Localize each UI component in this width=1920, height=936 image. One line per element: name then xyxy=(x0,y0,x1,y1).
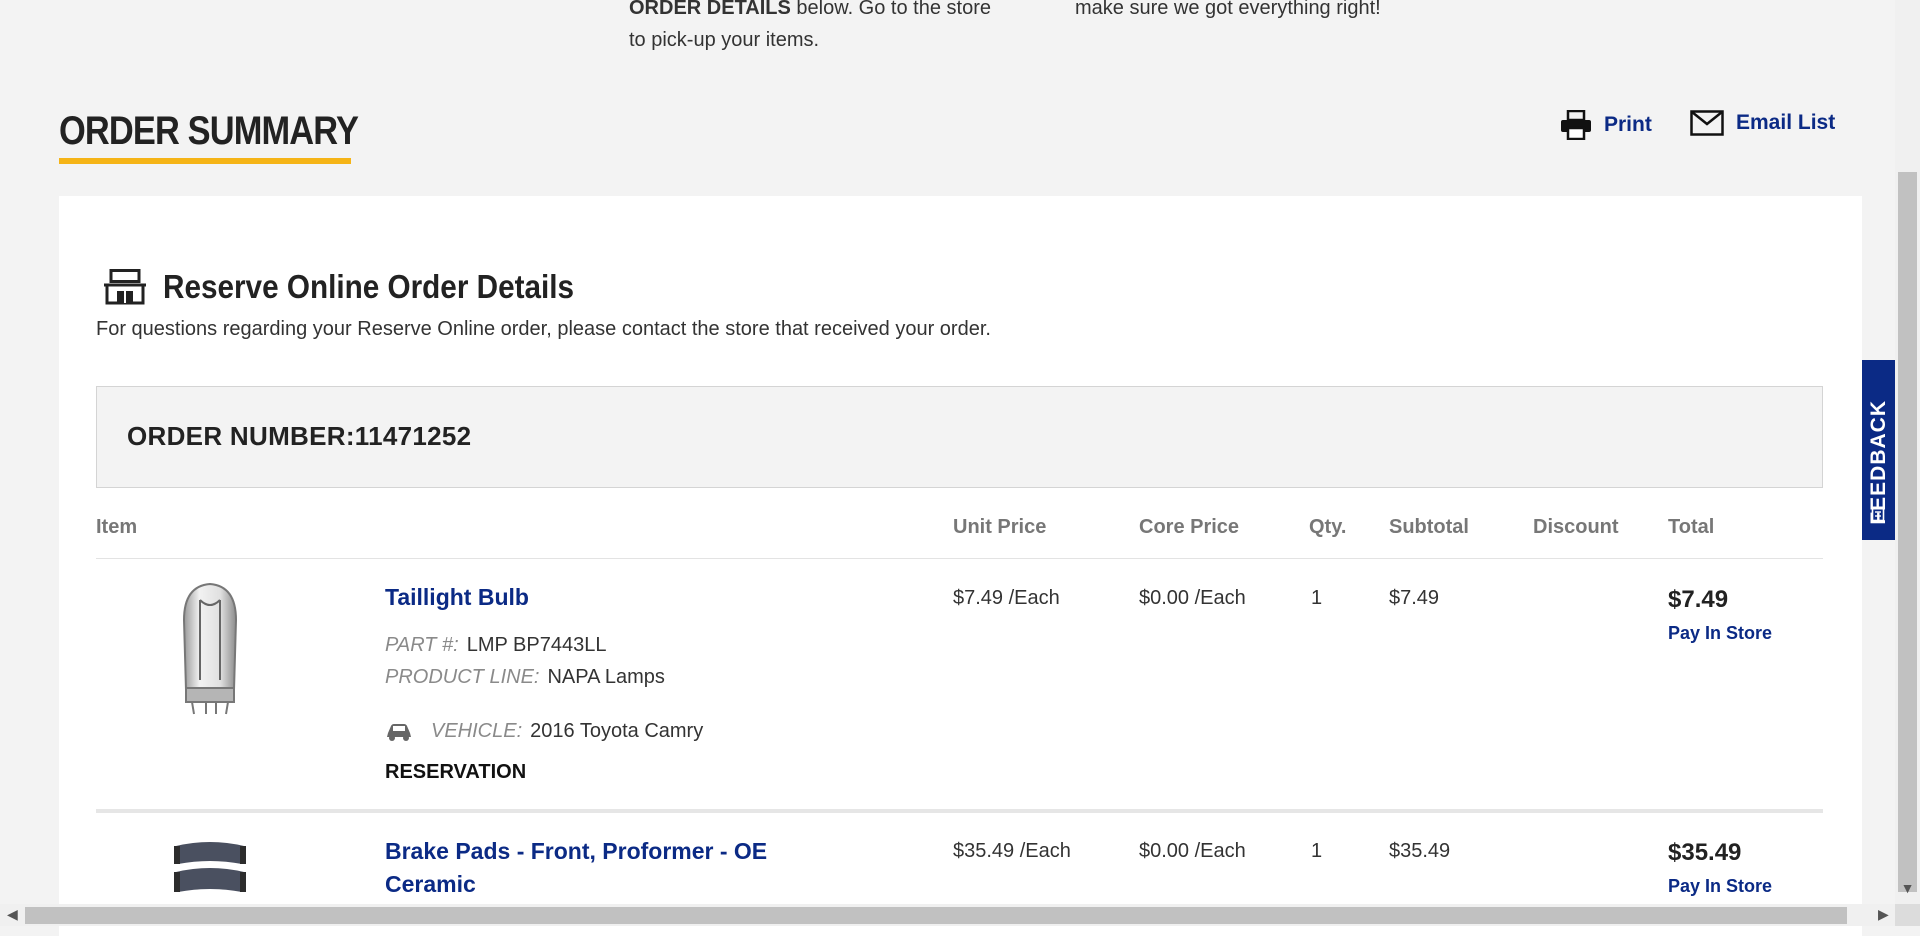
header-subtotal: Subtotal xyxy=(1389,516,1469,538)
pickup-instructions-line2: to pick-up your items. xyxy=(629,29,820,51)
header-total: Total xyxy=(1668,516,1715,538)
pickup-instructions: ORDER DETAILS below. Go to the store to … xyxy=(629,0,1019,56)
feedback-tab[interactable]: FEEDBACK xyxy=(1862,360,1895,540)
quantity: 1 xyxy=(1311,587,1323,609)
details-title: Reserve Online Order Details xyxy=(163,268,575,305)
order-number-box: ORDER NUMBER:11471252 xyxy=(96,386,1823,488)
header-core-price: Core Price xyxy=(1139,516,1240,538)
header-unit-price: Unit Price xyxy=(953,516,1047,538)
order-summary-title: ORDER SUMMARY xyxy=(59,109,359,153)
unit-price: $7.49 /Each xyxy=(953,587,1060,609)
product-line: PRODUCT LINE: NAPA Lamps xyxy=(385,666,665,689)
scrollbar-corner xyxy=(1895,904,1920,926)
scroll-down-arrow-icon[interactable]: ▼ xyxy=(1895,880,1920,900)
quantity: 1 xyxy=(1311,840,1323,862)
part-number-label: PART #: xyxy=(385,634,459,656)
subtotal: $7.49 xyxy=(1389,587,1440,609)
print-button[interactable]: Print xyxy=(1560,110,1652,140)
brake-pads-image[interactable] xyxy=(172,838,248,904)
pay-in-store-link[interactable]: Pay In Store xyxy=(1668,876,1772,897)
subtotal: $35.49 xyxy=(1389,840,1451,862)
email-list-label: Email List xyxy=(1736,111,1836,134)
horizontal-scrollbar[interactable]: ◀ ▶ xyxy=(0,904,1895,926)
order-number: ORDER NUMBER:11471252 xyxy=(127,421,471,452)
header-divider xyxy=(96,558,1823,559)
vehicle: VEHICLE: 2016 Toyota Camry xyxy=(385,720,703,743)
vehicle-value: 2016 Toyota Camry xyxy=(530,720,704,742)
envelope-icon xyxy=(1690,110,1724,136)
product-name-line1: Brake Pads - Front, Proformer - OE xyxy=(385,838,768,864)
product-name-link[interactable]: Brake Pads - Front, Proformer - OE Ceram… xyxy=(385,835,767,901)
product-line-value: NAPA Lamps xyxy=(547,666,665,688)
printer-icon xyxy=(1561,110,1591,140)
order-details-card xyxy=(59,196,1862,936)
scroll-left-arrow-icon[interactable]: ◀ xyxy=(7,906,18,923)
vertical-scrollbar[interactable] xyxy=(1895,0,1920,904)
reservation-label: RESERVATION xyxy=(385,761,527,783)
row-divider xyxy=(96,809,1823,813)
car-icon xyxy=(387,723,411,741)
feedback-icon xyxy=(1871,506,1885,522)
pickup-instructions-text: below. Go to the store xyxy=(790,0,991,19)
order-details-bold: ORDER DETAILS xyxy=(629,0,791,19)
unit-price: $35.49 /Each xyxy=(953,840,1071,862)
details-heading: Reserve Online Order Details xyxy=(103,268,620,306)
product-name-link[interactable]: Taillight Bulb xyxy=(385,581,529,614)
part-number: PART #: LMP BP7443LL xyxy=(385,634,606,657)
store-icon xyxy=(104,269,146,305)
horizontal-scroll-thumb[interactable] xyxy=(25,907,1847,924)
print-label: Print xyxy=(1604,113,1652,136)
row-total: $35.49 xyxy=(1668,839,1742,866)
product-name-line2: Ceramic xyxy=(385,871,476,897)
scroll-right-arrow-icon[interactable]: ▶ xyxy=(1878,906,1889,923)
taillight-bulb-image[interactable] xyxy=(172,580,248,716)
title-underline xyxy=(59,158,351,164)
core-price: $0.00 /Each xyxy=(1139,840,1246,862)
order-number-label: ORDER NUMBER: xyxy=(127,421,355,451)
product-line-label: PRODUCT LINE: xyxy=(385,666,540,688)
pay-in-store-link[interactable]: Pay In Store xyxy=(1668,623,1772,644)
email-list-button[interactable]: Email List xyxy=(1690,110,1835,136)
vehicle-label: VEHICLE: xyxy=(431,720,523,742)
details-description: For questions regarding your Reserve Onl… xyxy=(96,318,991,340)
header-discount: Discount xyxy=(1533,516,1619,538)
order-number-value: 11471252 xyxy=(354,421,472,451)
header-item: Item xyxy=(96,516,138,538)
row-total: $7.49 xyxy=(1668,586,1729,613)
core-price: $0.00 /Each xyxy=(1139,587,1246,609)
header-qty: Qty. xyxy=(1309,516,1347,538)
vertical-scroll-thumb[interactable] xyxy=(1898,172,1917,892)
part-number-value: LMP BP7443LL xyxy=(466,634,607,656)
check-instructions: make sure we got everything right! xyxy=(1075,0,1381,19)
